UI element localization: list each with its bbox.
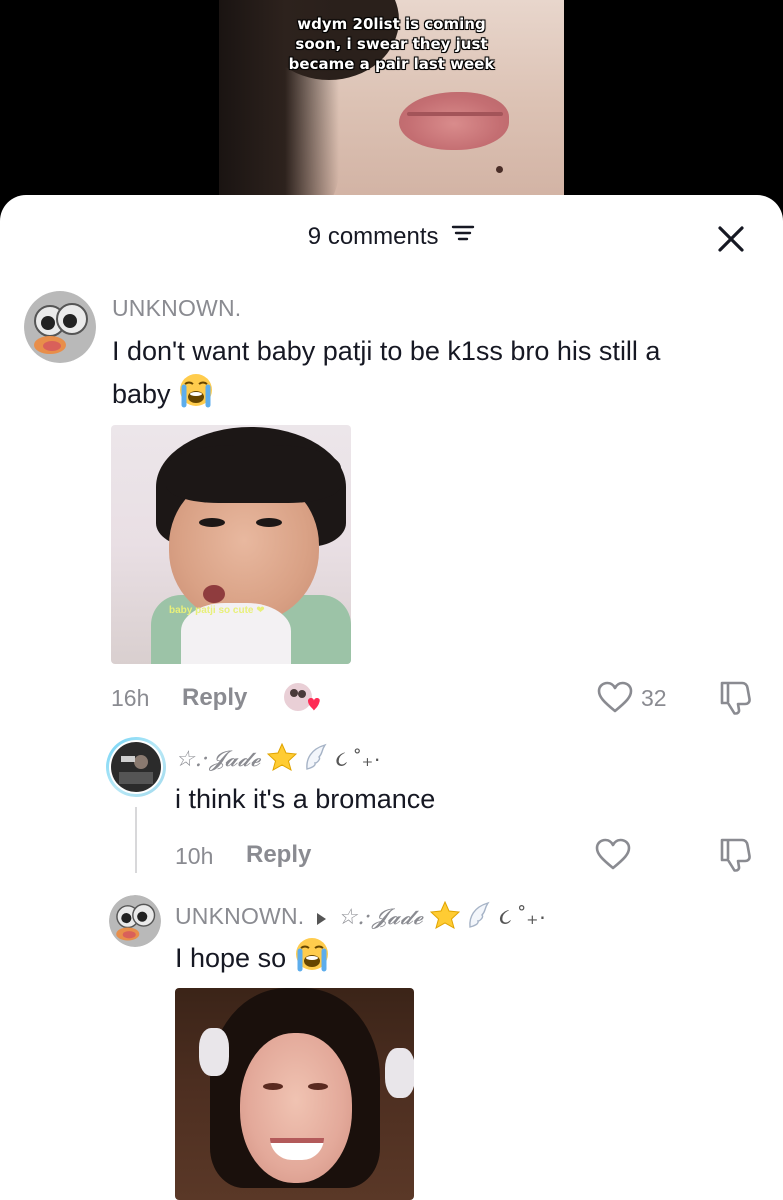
avatar[interactable]: [24, 291, 96, 363]
reply-arrow-icon: [315, 905, 327, 932]
reply-photo[interactable]: [175, 988, 414, 1200]
like-heart-icon[interactable]: [597, 681, 633, 718]
reply-text: I hope so: [175, 936, 330, 984]
googly-eyes-avatar-icon: [24, 291, 96, 363]
comment-text: I don't want baby patji to be k1ss bro h…: [112, 330, 772, 420]
comment-text-line-2: baby: [112, 379, 171, 410]
avatar[interactable]: [109, 895, 161, 947]
reply-timestamp: 10h: [175, 843, 214, 869]
photo-shape: [385, 1048, 414, 1098]
reply-username[interactable]: ☆.·𝓙𝓪𝓭𝓮 ૮ ˚₊·: [175, 742, 382, 777]
reply-text-content: I hope so: [175, 943, 287, 974]
photo-shape: [203, 585, 225, 603]
googly-eyes-avatar-icon: [109, 895, 161, 947]
photo-shape: [308, 1083, 328, 1090]
dislike-thumb-icon[interactable]: [718, 679, 752, 720]
thread-line: [135, 807, 137, 873]
creator-liked-icon: [282, 681, 320, 713]
dislike-thumb-icon[interactable]: [718, 836, 752, 877]
comment-count: 9 comments: [307, 223, 439, 250]
star-icon: [429, 900, 460, 935]
photo-shape: [263, 1083, 283, 1090]
video-lips-shape: [399, 92, 509, 150]
creator-liked-avatar: [282, 681, 320, 715]
angel-wing-icon: [303, 743, 329, 777]
photo-shape: [199, 518, 225, 527]
photo-caption: baby patji so cute ❤: [169, 605, 265, 616]
comments-sheet: 9 comments UNKNOWN. I don't want baby pa…: [0, 195, 783, 1200]
reply-username-text: UNKNOWN.: [175, 903, 305, 930]
angel-wing-icon: [466, 901, 492, 935]
like-count: 32: [641, 685, 667, 711]
loudly-crying-face-icon: [178, 372, 214, 420]
story-ring-avatar[interactable]: [106, 737, 166, 797]
sort-lines-icon[interactable]: [451, 222, 475, 250]
photo-shape: [256, 518, 282, 527]
reply-button[interactable]: Reply: [246, 841, 311, 869]
reply-to-username-suffix: ૮ ˚₊·: [498, 903, 547, 930]
photo-shape: [166, 445, 341, 503]
video-caption: wdym 20list is coming soon, i swear they…: [288, 15, 495, 73]
loudly-crying-face-icon: [294, 936, 330, 984]
comment-photo[interactable]: baby patji so cute ❤: [111, 425, 351, 664]
comment-username[interactable]: UNKNOWN.: [112, 295, 241, 322]
close-button[interactable]: [713, 221, 749, 257]
avatar: [109, 740, 163, 794]
comment-timestamp: 16h: [111, 685, 150, 711]
like-heart-icon[interactable]: [595, 838, 631, 875]
close-x-icon: [718, 226, 744, 252]
photo-shape: [240, 1033, 352, 1183]
reply-username[interactable]: UNKNOWN. ☆.·𝓙𝓪𝓭𝓮 ૮ ˚₊·: [175, 900, 547, 935]
comment-text-line: baby: [112, 372, 772, 420]
video-lip-line: [407, 112, 503, 116]
video-mole: [496, 166, 503, 173]
reply-to-username[interactable]: ☆.·𝓙𝓪𝓭𝓮: [338, 905, 424, 930]
profile-photo-icon: [111, 742, 161, 792]
reply-text: i think it's a bromance: [175, 784, 436, 814]
star-icon: [266, 742, 298, 777]
comments-header: 9 comments: [0, 195, 783, 279]
reply-button[interactable]: Reply: [182, 684, 247, 712]
comment-count-row: 9 comments: [0, 223, 783, 252]
reply-username-text: ☆.·𝓙𝓪𝓭𝓮: [175, 746, 261, 772]
photo-shape: [199, 1028, 229, 1076]
comment-text-line: I don't want baby patji to be k1ss bro h…: [112, 336, 661, 366]
reply-username-suffix: ૮ ˚₊·: [335, 745, 382, 771]
